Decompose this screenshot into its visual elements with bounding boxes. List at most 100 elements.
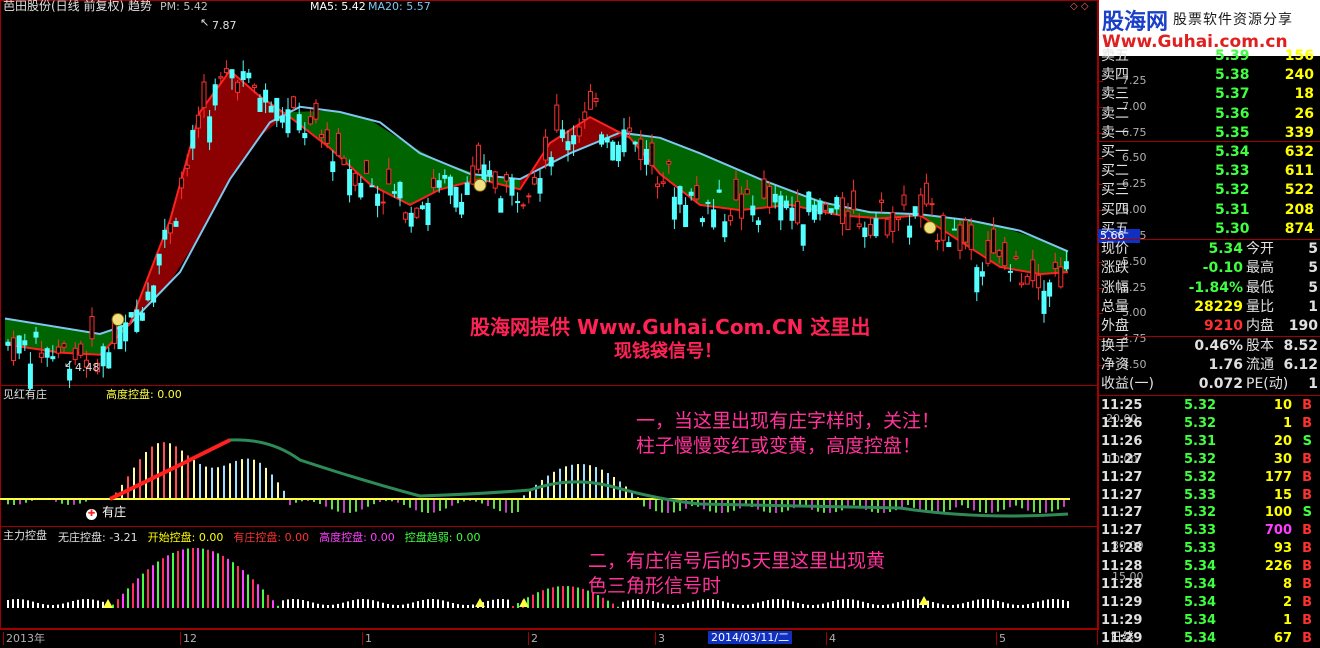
order-book-price: 5.34 <box>1215 144 1250 160</box>
window-controls-icon[interactable]: ◇ ◇ <box>1070 0 1089 13</box>
candle-body <box>649 142 655 167</box>
candle-body <box>251 84 257 88</box>
order-book-label: 买三 <box>1101 182 1129 199</box>
order-book-row[interactable]: 卖四 5.38 240 <box>1099 66 1320 85</box>
candle-body <box>890 211 896 232</box>
stock-title: 芭田股份(日线 前复权) 趋势 <box>3 0 152 13</box>
order-book-row[interactable]: 卖二 5.36 26 <box>1099 105 1320 124</box>
candle-body <box>963 219 969 243</box>
tick-row[interactable]: 11:29 5.34 2 B <box>1099 594 1320 612</box>
candle-body <box>162 229 168 240</box>
tick-row[interactable]: 11:28 5.33 93 B <box>1099 540 1320 558</box>
candle-body <box>789 207 795 221</box>
candle-body <box>419 205 425 210</box>
quote-stat-row: 涨幅 -1.84% 最低 5 <box>1099 279 1320 298</box>
tick-time: 11:29 <box>1101 594 1143 610</box>
tick-row[interactable]: 11:26 5.31 20 S <box>1099 433 1320 451</box>
candle-body <box>67 368 73 381</box>
tick-side: B <box>1302 415 1312 431</box>
tick-row[interactable]: 11:27 5.33 700 B <box>1099 522 1320 540</box>
candle-body <box>823 203 829 211</box>
tick-time: 11:26 <box>1101 415 1143 431</box>
tick-row[interactable]: 11:28 5.34 8 B <box>1099 576 1320 594</box>
order-book-row[interactable]: 买二 5.33 611 <box>1099 162 1320 181</box>
stat-label: 现价 <box>1101 241 1129 257</box>
tick-side: S <box>1302 505 1312 521</box>
tick-price: 5.33 <box>1184 487 1217 503</box>
candle-body <box>722 221 728 238</box>
candle-body <box>229 69 235 79</box>
candle-body <box>11 337 17 362</box>
candle-body <box>117 324 123 350</box>
stat-value: 0.072 <box>1198 376 1243 393</box>
candle-body <box>856 223 862 228</box>
candle-body <box>699 218 705 223</box>
order-book-price: 5.32 <box>1215 182 1250 199</box>
candle-body <box>33 331 39 338</box>
candle-body <box>145 291 151 301</box>
tick-row[interactable]: 11:28 5.34 226 B <box>1099 558 1320 576</box>
date-label-2: 2 <box>528 632 538 645</box>
candle-body <box>946 242 952 248</box>
date-label-12: 12 <box>180 632 197 645</box>
date-label-3: 3 <box>655 632 665 645</box>
candle-body <box>918 194 924 217</box>
order-book-row[interactable]: 买四 5.31 208 <box>1099 201 1320 220</box>
candle-body <box>498 198 504 213</box>
stat-value-2: 5 <box>1308 241 1318 257</box>
candle-body <box>817 200 823 215</box>
order-book-row[interactable]: 买五 5.30 874 <box>1099 220 1320 239</box>
candle-body <box>408 212 414 227</box>
tick-row[interactable]: 11:27 5.32 177 B <box>1099 469 1320 487</box>
order-book-row[interactable]: 卖三 5.37 18 <box>1099 85 1320 104</box>
tick-row[interactable]: 11:27 5.33 15 B <box>1099 487 1320 505</box>
candle-body <box>1052 261 1058 269</box>
order-book-price: 5.30 <box>1215 220 1250 237</box>
candle-body <box>839 197 845 224</box>
candle-body <box>380 201 386 204</box>
order-book-row[interactable]: 买一 5.34 632 <box>1099 143 1320 162</box>
order-book-row[interactable]: 卖五 5.39 156 <box>1099 47 1320 66</box>
candle-body <box>554 104 560 131</box>
tick-row[interactable]: 11:25 5.32 10 B <box>1099 397 1320 415</box>
candle-body <box>78 343 84 356</box>
order-book-row[interactable]: 买三 5.32 522 <box>1099 181 1320 200</box>
tick-row[interactable]: 11:27 5.32 100 S <box>1099 504 1320 522</box>
candle-body <box>873 218 879 237</box>
order-book-price: 5.38 <box>1215 67 1250 84</box>
tick-row[interactable]: 11:29 5.34 1 B <box>1099 612 1320 630</box>
low-marker: 4.48 <box>75 361 100 374</box>
order-book-row[interactable]: 卖一 5.35 339 <box>1099 124 1320 143</box>
order-book-volume: 339 <box>1284 124 1314 141</box>
candle-body <box>151 285 157 303</box>
indicator1-title: 见红有庄 <box>3 388 47 401</box>
tick-volume: 93 <box>1273 541 1292 557</box>
order-book-price: 5.31 <box>1215 201 1250 218</box>
tick-row[interactable]: 11:26 5.32 1 B <box>1099 415 1320 433</box>
order-book-price: 5.35 <box>1215 124 1250 141</box>
tick-volume: 100 <box>1264 505 1292 521</box>
tick-time: 11:27 <box>1101 469 1143 485</box>
tick-volume: 700 <box>1264 523 1292 539</box>
candle-body <box>470 165 476 185</box>
stat-label-2: 流通 <box>1246 356 1274 373</box>
tick-side: S <box>1302 433 1312 449</box>
tick-side: B <box>1302 523 1312 539</box>
candle-body <box>223 68 229 74</box>
candle-body <box>134 309 140 332</box>
candle-body <box>1041 290 1047 314</box>
tick-row[interactable]: 11:27 5.32 30 B <box>1099 451 1320 469</box>
marker-arrow-icon: ✚ <box>86 509 97 520</box>
stat-value-2: 190 <box>1288 318 1318 335</box>
candle-body <box>375 193 381 206</box>
candle-body <box>688 191 694 196</box>
candle-body <box>582 111 588 121</box>
indicator1-note-line2: 柱子慢慢变红或变黄，高度控盘！ <box>636 435 922 457</box>
low-arrow-icon: ↙ <box>64 357 74 370</box>
candle-body <box>1024 275 1030 285</box>
candle-body <box>761 178 767 199</box>
stat-value: 1.76 <box>1208 356 1243 373</box>
stat-label: 外盘 <box>1101 318 1129 335</box>
quote-stat-row: 总量 28229 量比 1 <box>1099 298 1320 317</box>
candle-body <box>492 171 498 189</box>
